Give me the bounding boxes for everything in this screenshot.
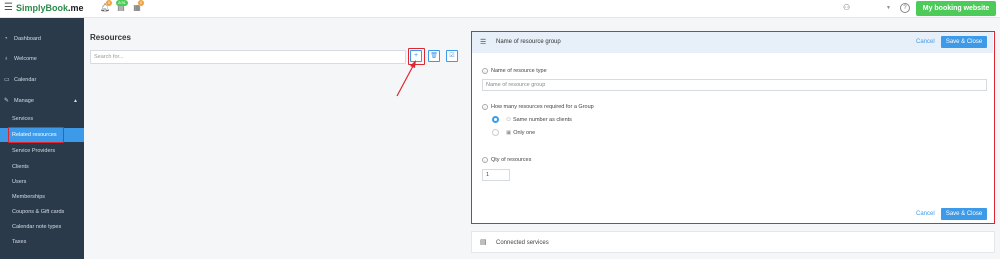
radio-same-number[interactable] [492, 116, 499, 123]
trash-icon: 🗑︎ [430, 53, 438, 59]
type-label: i Name of resource type [482, 68, 547, 74]
pencil-icon: ✎ [4, 98, 10, 104]
radio-only-one[interactable] [492, 129, 499, 136]
option-one-label: ▣ Only one [506, 130, 536, 136]
sidebar-item-calendar[interactable]: ▭ Calendar [0, 73, 84, 87]
resource-group-panel: ☰ Name of resource group Cancel Save & C… [471, 31, 995, 224]
search-input[interactable]: Search for... [90, 50, 406, 64]
save-close-button[interactable]: Save & Close [941, 36, 987, 48]
sidebar-item-dashboard[interactable]: ◔ Dashboard [0, 32, 84, 46]
panel-header: ☰ Name of resource group Cancel Save & C… [472, 32, 993, 53]
calendar-icon: ▭ [4, 77, 10, 83]
qty-input[interactable]: 1 [482, 169, 510, 181]
logo[interactable]: SimplyBook.me [16, 3, 84, 13]
calendar-badge: 0 [138, 0, 145, 6]
sidebar-item-services[interactable]: Services [0, 112, 84, 126]
add-button[interactable]: + [410, 50, 422, 62]
dashboard-icon: ◔ [4, 36, 8, 42]
notification-badge: 0 [106, 0, 113, 6]
highlight-box [8, 127, 64, 143]
sidebar-item-welcome[interactable]: ♁ Welcome [0, 52, 84, 66]
group-label: i How many resources required for a Group [482, 104, 594, 110]
connected-services-label: Connected services [496, 240, 549, 246]
info-icon: i [482, 104, 488, 110]
sidebar-item-coupons[interactable]: Coupons & Gift cards [0, 205, 84, 219]
sidebar-item-clients[interactable]: Clients [0, 160, 84, 174]
users-icon: ⚇ [506, 117, 511, 123]
cancel-button-bottom[interactable]: Cancel [916, 211, 935, 217]
info-icon: i [482, 68, 488, 74]
select-all-button[interactable]: ☑ [446, 50, 458, 62]
list-icon: ▤ [480, 239, 487, 246]
plus-icon: + [413, 52, 419, 59]
cancel-button[interactable]: Cancel [916, 39, 935, 45]
menu-icon[interactable]: ☰ [4, 3, 13, 13]
top-bar: ☰ SimplyBook.me 🔔︎ 0 ▤ 2/31 ▦ 0 ⚇ ▼ ? My… [0, 0, 1000, 18]
save-close-button-bottom[interactable]: Save & Close [941, 208, 987, 220]
sidebar-item-manage[interactable]: ✎ Manage ▲ [0, 94, 84, 108]
info-icon: i [482, 157, 488, 163]
connected-services-section[interactable]: ▤ Connected services [471, 231, 995, 253]
user-icon[interactable]: ⚇ [843, 3, 850, 12]
sidebar-item-memberships[interactable]: Memberships [0, 190, 84, 204]
sidebar: ◔ Dashboard ♁ Welcome ▭ Calendar ✎ Manag… [0, 18, 84, 259]
chevron-down-icon[interactable]: ▼ [886, 5, 891, 11]
resource-type-input[interactable]: Name of resource group [482, 79, 987, 91]
checkbox-icon: ☑ [449, 53, 455, 59]
page-title: Resources [90, 33, 131, 42]
user-icon: ▣ [506, 130, 512, 136]
inbox-badge: 2/31 [116, 0, 128, 6]
qty-label: i Qty of resources [482, 157, 531, 163]
sliders-icon: ☰ [480, 39, 487, 46]
option-same-label: ⚇ Same number as clients [506, 117, 572, 123]
bulb-icon: ♁ [4, 56, 9, 62]
help-icon[interactable]: ? [900, 3, 910, 13]
sidebar-item-taxes[interactable]: Taxes [0, 235, 84, 249]
sidebar-item-calendar-note-types[interactable]: Calendar note types [0, 220, 84, 234]
chevron-up-icon: ▲ [73, 98, 78, 104]
sidebar-item-users[interactable]: Users [0, 175, 84, 189]
panel-title: Name of resource group [496, 39, 561, 45]
my-booking-website-button[interactable]: My booking website [916, 1, 996, 16]
sidebar-item-service-providers[interactable]: Service Providers [0, 144, 84, 158]
delete-button[interactable]: 🗑︎ [428, 50, 440, 62]
